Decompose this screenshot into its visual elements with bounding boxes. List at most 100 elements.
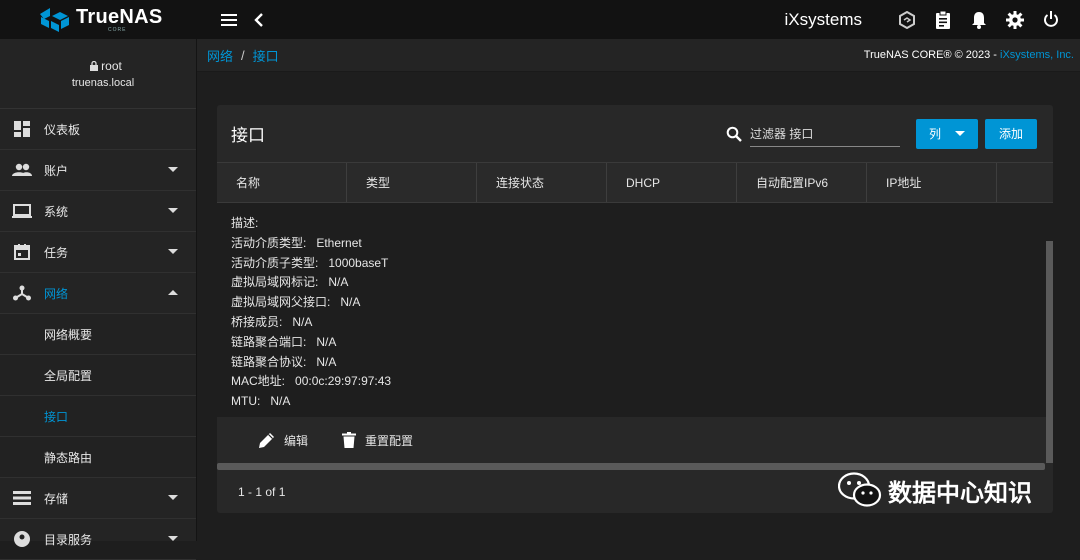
detail-row: 活动介质类型: Ethernet — [231, 234, 1039, 254]
sidebar-item-label: 存储 — [44, 491, 69, 506]
sidebar-item-system[interactable]: 系统 — [0, 191, 196, 232]
chevron-up-icon — [168, 290, 178, 295]
detail-value: Ethernet — [316, 235, 362, 250]
detail-label: 虚拟局域网标记: — [231, 275, 319, 290]
truenas-logo[interactable]: TrueNAS CORE — [0, 7, 197, 33]
detail-row: 链路聚合协议: N/A — [231, 353, 1039, 373]
task-manager-button[interactable] — [928, 5, 958, 35]
app-edition: CORE — [108, 26, 127, 33]
detail-row: 链路聚合端口: N/A — [231, 333, 1039, 353]
detail-row: MTU: N/A — [231, 392, 1039, 412]
sidebar-item-label: 系统 — [44, 204, 69, 219]
search-icon — [726, 126, 742, 142]
copyright: TrueNAS CORE® © 2023 - iXsystems, Inc. — [864, 49, 1080, 61]
pagination-range: 1 - 1 of 1 — [238, 485, 286, 499]
detail-value: N/A — [316, 334, 337, 349]
settings-button[interactable] — [1000, 5, 1030, 35]
accounts-icon — [12, 163, 32, 176]
wechat-icon — [838, 472, 882, 507]
horizontal-scrollbar[interactable] — [217, 463, 1045, 470]
lock-icon — [90, 60, 99, 71]
caret-down-icon — [955, 131, 965, 136]
detail-row: 活动介质子类型: 1000baseT — [231, 254, 1039, 274]
column-header-ip-address[interactable]: IP地址 — [867, 163, 997, 202]
detail-label: 活动介质类型: — [231, 235, 307, 250]
power-button[interactable] — [1036, 5, 1066, 35]
detail-value: N/A — [270, 394, 291, 409]
columns-button[interactable]: 列 — [916, 118, 978, 149]
filter-box — [726, 120, 900, 147]
hamburger-icon — [221, 13, 237, 26]
edit-button[interactable]: 编辑 — [259, 432, 308, 449]
sidebar-subitem-interfaces[interactable]: 接口 — [0, 396, 196, 437]
column-header-link-state[interactable]: 连接状态 — [477, 163, 607, 202]
chevron-left-icon — [254, 12, 263, 27]
wechat-watermark: 数据中心知识 — [838, 472, 1032, 508]
sidebar-subitem-global-config[interactable]: 全局配置 — [0, 355, 196, 396]
detail-row: 桥接成员: N/A — [231, 313, 1039, 333]
edit-label: 编辑 — [284, 433, 309, 448]
column-header-ipv6-auto[interactable]: 自动配置IPv6 — [737, 163, 867, 202]
copyright-link[interactable]: iXsystems, Inc. — [1000, 49, 1074, 61]
detail-row: MAC地址: 00:0c:29:97:97:43 — [231, 372, 1039, 392]
detail-label: 链路聚合协议: — [231, 354, 307, 369]
gear-icon — [1006, 10, 1024, 29]
truecommand-button[interactable] — [892, 5, 922, 35]
sidebar-item-accounts[interactable]: 账户 — [0, 150, 196, 191]
sidebar-item-directory-services[interactable]: 目录服务 — [0, 519, 196, 560]
add-button[interactable]: 添加 — [985, 118, 1037, 149]
detail-label: 活动介质子类型: — [231, 255, 319, 270]
detail-label: 描述: — [231, 216, 259, 230]
power-icon — [1044, 11, 1058, 27]
sidebar-item-label: 网络 — [44, 286, 69, 301]
sidebar-item-network[interactable]: 网络 — [0, 273, 196, 314]
clipboard-icon — [936, 10, 950, 29]
detail-label: 虚拟局域网父接口: — [231, 295, 331, 310]
chevron-down-icon — [168, 208, 178, 213]
detail-row: 虚拟局域网父接口: N/A — [231, 293, 1039, 313]
filter-input[interactable] — [750, 120, 900, 147]
detail-value: N/A — [316, 354, 337, 369]
breadcrumb-interfaces[interactable]: 接口 — [253, 46, 279, 65]
calendar-icon — [14, 244, 30, 260]
detail-label: MTU: — [231, 394, 261, 409]
interface-detail: 描述: 活动介质类型: Ethernet 活动介质子类型: 1000baseT 虚拟… — [217, 203, 1053, 449]
detail-label: 桥接成员: — [231, 314, 283, 329]
column-header-name[interactable]: 名称 — [217, 163, 347, 202]
sidebar-item-storage[interactable]: 存储 — [0, 478, 196, 519]
network-icon — [13, 285, 31, 301]
menu-toggle-button[interactable] — [214, 5, 244, 35]
sidebar-item-label: 账户 — [44, 163, 69, 178]
sidebar-item-tasks[interactable]: 任务 — [0, 232, 196, 273]
sidebar-item-dashboard[interactable]: 仪表板 — [0, 109, 196, 150]
breadcrumb-bar: 网络 / 接口 TrueNAS CORE® © 2023 - iXsystems… — [197, 39, 1080, 72]
truenas-logo-icon — [40, 7, 69, 32]
reset-config-label: 重置配置 — [365, 433, 414, 448]
ixsystems-logo[interactable]: iXsystems — [785, 10, 862, 30]
interfaces-card: 接口 列 添加 名称 类型 连接状态 DHCP 自动配置IPv6 IP地址 描述… — [217, 105, 1053, 513]
watermark-text: 数据中心知识 — [888, 479, 1032, 507]
chevron-down-icon — [168, 249, 178, 254]
collapse-sidebar-button[interactable] — [244, 5, 274, 35]
vertical-scrollbar[interactable] — [1046, 241, 1053, 463]
breadcrumb-separator: / — [241, 47, 245, 63]
detail-actions: 编辑 重置配置 — [231, 412, 1039, 449]
chevron-down-icon — [168, 536, 178, 541]
detail-label: 链路聚合端口: — [231, 334, 307, 349]
storage-icon — [13, 491, 31, 505]
app-name: TrueNAS — [76, 5, 163, 28]
copyright-text: TrueNAS CORE® © 2023 - — [863, 49, 1001, 61]
sidebar-subitem-static-routes[interactable]: 静态路由 — [0, 437, 196, 478]
column-header-dhcp[interactable]: DHCP — [607, 163, 737, 202]
laptop-icon — [12, 204, 32, 218]
chevron-down-icon — [168, 167, 178, 172]
column-header-type[interactable]: 类型 — [347, 163, 477, 202]
reset-config-button[interactable]: 重置配置 — [342, 432, 413, 449]
sidebar-subitem-network-summary[interactable]: 网络概要 — [0, 314, 196, 355]
chevron-down-icon — [168, 495, 178, 500]
detail-value: N/A — [340, 295, 361, 310]
pencil-icon — [259, 433, 274, 449]
breadcrumb-network[interactable]: 网络 — [207, 46, 233, 65]
notifications-button[interactable] — [964, 5, 994, 35]
detail-value: N/A — [292, 314, 313, 329]
